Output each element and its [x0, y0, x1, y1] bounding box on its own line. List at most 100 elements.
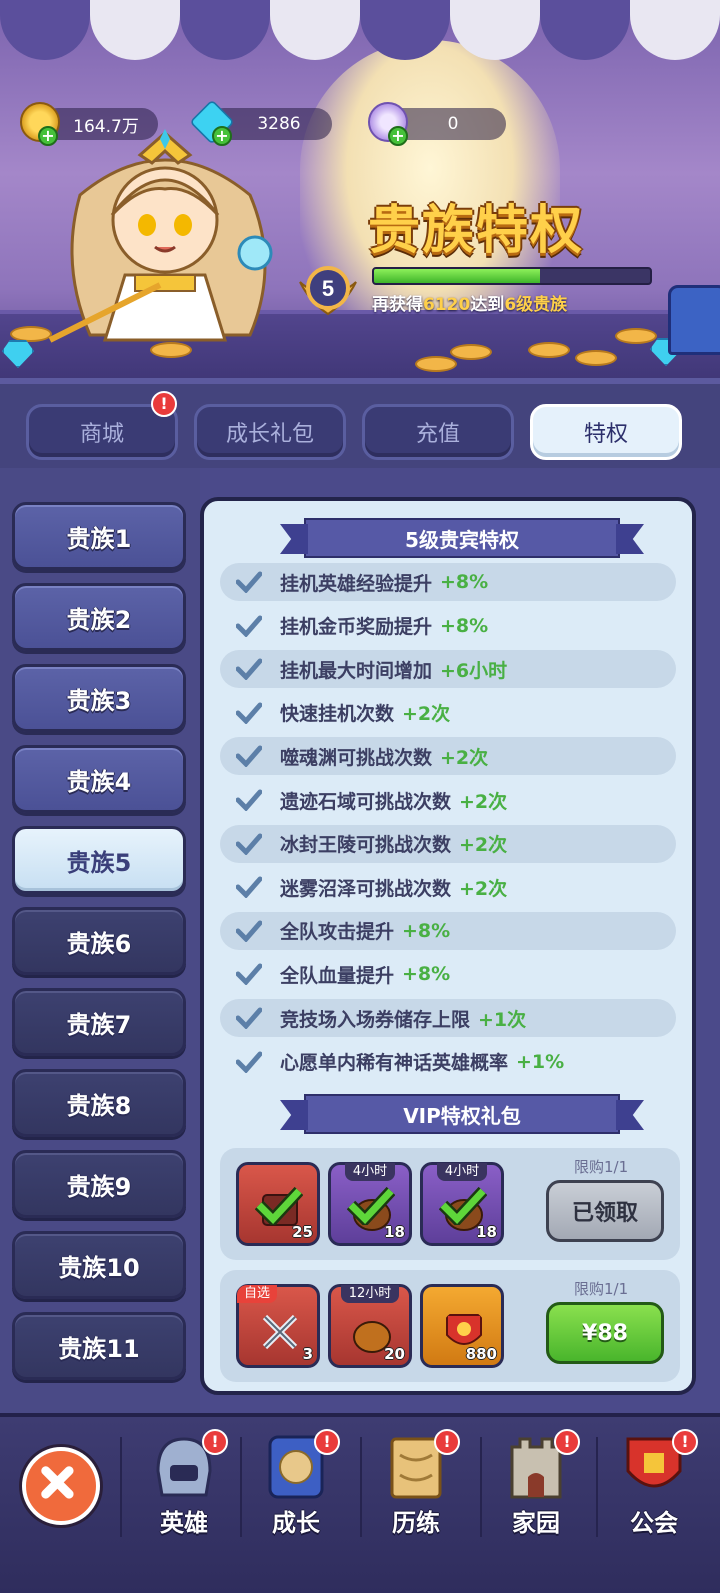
vip-progress-bar [372, 267, 652, 285]
vip-progress-text: 再获得6120达到6级贵族 [372, 290, 567, 315]
perk-row: 挂机金币奖励提升 +8% [220, 607, 676, 645]
perk-bonus: +2次 [440, 746, 489, 769]
perk-text: 快速挂机次数 [280, 703, 395, 726]
awning-decoration [0, 0, 720, 60]
nav-heroes-alert-icon: ! [202, 1429, 228, 1455]
shop-tab-bar: 商城 ! 成长礼包 充值 特权 [0, 378, 720, 468]
perk-bonus: +2次 [402, 703, 451, 726]
claimed-check-icon [347, 1186, 395, 1225]
nav-guild[interactable]: ! 公会 [598, 1425, 710, 1555]
nobility-level-6[interactable]: 贵族6 [12, 907, 186, 975]
perk-text: 冰封王陵可挑战次数 [280, 834, 452, 857]
vip-level-badge: 5 [299, 266, 357, 316]
nobility-level-1[interactable]: 贵族1 [12, 502, 186, 570]
nobility-level-11[interactable]: 贵族11 [12, 1312, 186, 1380]
check-icon [236, 963, 262, 986]
gift-item[interactable]: 25 [236, 1162, 320, 1246]
gift-item-count: 880 [465, 1345, 497, 1363]
gift-title-ribbon: VIP特权礼包 [304, 1094, 620, 1134]
perk-bonus: +2次 [459, 834, 508, 857]
nav-adventure[interactable]: ! 历练 [360, 1425, 472, 1555]
tab-shop-alert-icon: ! [151, 391, 177, 417]
tab-shop-label: 商城 [79, 422, 124, 447]
perk-bonus: +6小时 [440, 659, 508, 682]
perk-text: 挂机最大时间增加 [280, 659, 433, 682]
perk-bonus: +8% [440, 614, 489, 637]
hero-character-illustration [48, 129, 273, 343]
check-icon [236, 920, 262, 942]
privilege-title-ribbon: 5级贵宾特权 [304, 518, 620, 558]
nobility-level-3[interactable]: 贵族3 [12, 664, 186, 732]
tab-growth-pack[interactable]: 成长礼包 [194, 404, 346, 460]
check-icon [236, 789, 262, 811]
tab-shop[interactable]: 商城 ! [26, 391, 178, 460]
gift-item-count: 20 [384, 1345, 405, 1363]
perk-row: 噬魂渊可挑战次数 +2次 [220, 737, 676, 776]
nav-home[interactable]: ! 家园 [480, 1425, 592, 1555]
nav-growth[interactable]: ! 成长 [240, 1425, 352, 1555]
gift-item[interactable]: 12小时 20 [328, 1284, 412, 1368]
treasure-chest-icon [668, 285, 720, 355]
check-icon [236, 1051, 262, 1073]
nav-guild-alert-icon: ! [672, 1429, 698, 1455]
perk-row: 心愿单内稀有神话英雄概率 +1% [220, 1043, 676, 1081]
progress-amount: 6120 [423, 295, 471, 315]
tab-privilege[interactable]: 特权 [530, 404, 682, 460]
perk-text: 全队血量提升 [280, 964, 395, 987]
nobility-level-4[interactable]: 贵族4 [12, 745, 186, 813]
pack-2-limit: 限购1/1 [574, 1280, 629, 1298]
check-icon [236, 615, 262, 637]
nobility-level-9[interactable]: 贵族9 [12, 1150, 186, 1218]
perk-row: 迷雾沼泽可挑战次数 +2次 [220, 868, 676, 906]
claimed-check-icon [255, 1186, 303, 1225]
check-icon [236, 702, 262, 724]
perk-row: 挂机最大时间增加 +6小时 [220, 650, 676, 689]
perk-bonus: +8% [440, 571, 489, 593]
nobility-level-10[interactable]: 贵族10 [12, 1231, 186, 1299]
perk-row: 遗迹石域可挑战次数 +2次 [220, 781, 676, 819]
perk-text: 迷雾沼泽可挑战次数 [280, 877, 452, 900]
claimed-check-icon [439, 1186, 487, 1225]
gift-item[interactable]: 4小时 18 [420, 1162, 504, 1246]
pack-2-buy-button[interactable]: ¥88 [546, 1302, 664, 1364]
check-icon [236, 876, 262, 899]
tab-privilege-label: 特权 [583, 422, 628, 447]
nobility-level-5[interactable]: 贵族5 [12, 826, 186, 894]
vip-gift-pack-2: 自选 3 12小时 20 880 限购1/1 ¥88 [220, 1270, 680, 1382]
pack-1-claimed-button[interactable]: 已领取 [546, 1180, 664, 1242]
gift-item[interactable]: 自选 3 [236, 1284, 320, 1368]
perk-text: 挂机英雄经验提升 [280, 572, 433, 595]
purple-token-currency[interactable]: + 0 [368, 102, 506, 146]
progress-mid: 达到 [470, 295, 505, 315]
nav-home-alert-icon: ! [554, 1429, 580, 1455]
bottom-navigation: ! 英雄 ! 成长 ! 历练 ! 家园 ! 公会 [0, 1413, 720, 1593]
perk-text: 竞技场入场券储存上限 [280, 1008, 471, 1031]
gift-section-title: VIP特权礼包 [403, 1103, 521, 1128]
perk-bonus: +2次 [459, 790, 508, 813]
tab-recharge-label: 充值 [415, 422, 460, 447]
perk-row: 冰封王陵可挑战次数 +2次 [220, 824, 676, 863]
check-icon [236, 745, 262, 768]
vip-gift-pack-1: 25 4小时 18 4小时 18 限购1/1 已领取 [220, 1148, 680, 1260]
perk-row: 竞技场入场券储存上限 +1次 [220, 999, 676, 1037]
gift-item[interactable]: 4小时 18 [328, 1162, 412, 1246]
gift-item-count: 25 [292, 1223, 313, 1241]
perk-bonus: +8% [402, 963, 451, 986]
add-purple-token-icon[interactable]: + [388, 126, 408, 146]
nav-guild-label: 公会 [630, 1509, 678, 1537]
close-button[interactable] [22, 1447, 100, 1525]
nobility-level-list[interactable]: 贵族1 贵族2 贵族3 贵族4 贵族5 贵族6 贵族7 贵族8 贵族9 贵族10… [0, 468, 200, 1413]
nav-heroes[interactable]: ! 英雄 [128, 1425, 240, 1555]
close-icon [41, 1466, 74, 1499]
nav-growth-label: 成长 [272, 1509, 320, 1537]
nobility-level-2[interactable]: 贵族2 [12, 583, 186, 651]
gift-item-count: 3 [302, 1345, 313, 1363]
gift-item[interactable]: 880 [420, 1284, 504, 1368]
nobility-level-7[interactable]: 贵族7 [12, 988, 186, 1056]
check-icon [236, 658, 262, 681]
nobility-level-8[interactable]: 贵族8 [12, 1069, 186, 1137]
page-title: 贵族特权 [368, 201, 585, 261]
crossed-swords-icon [262, 1314, 298, 1350]
purple-token-value: 0 [447, 114, 459, 134]
tab-recharge[interactable]: 充值 [362, 404, 514, 460]
